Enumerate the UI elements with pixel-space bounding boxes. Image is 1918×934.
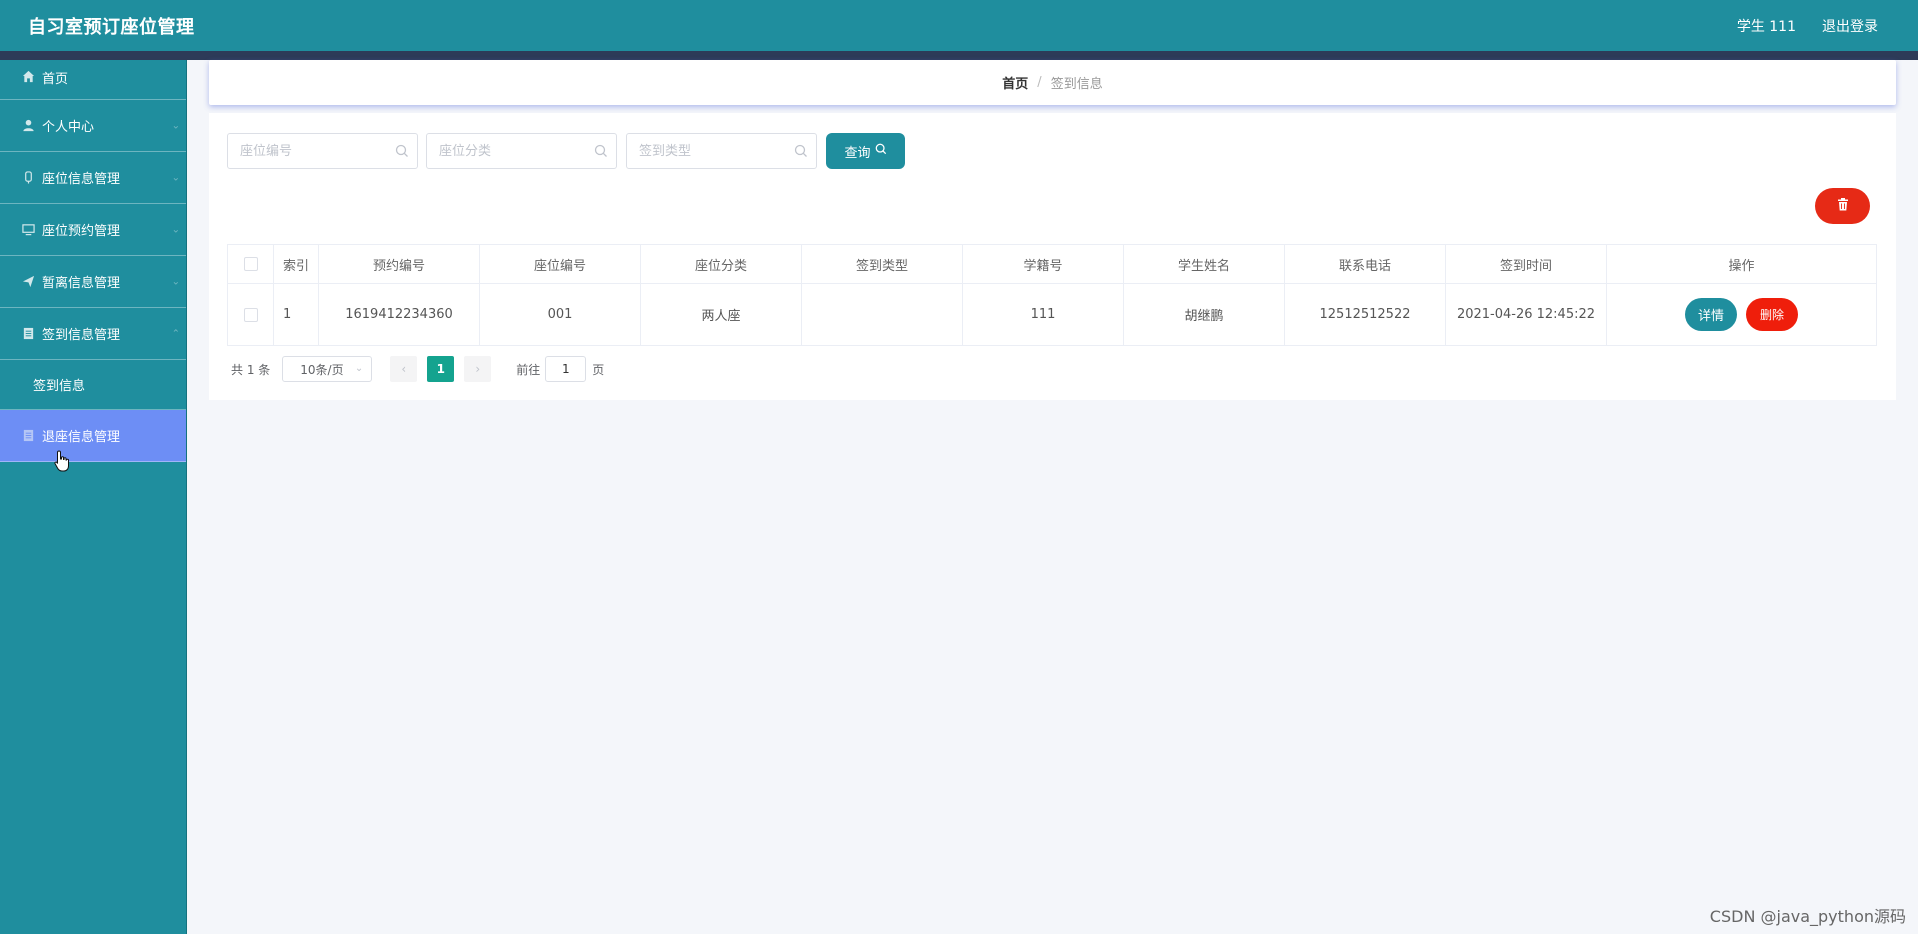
page-unit-label: 页 (592, 362, 605, 377)
table-header: 索引 (274, 245, 319, 283)
chevron-up-icon: ⌃ (171, 328, 180, 339)
send-icon (20, 274, 36, 290)
query-button[interactable]: 查询 (826, 133, 905, 169)
chevron-down-icon: ⌄ (354, 363, 364, 374)
watermark: CSDN @java_python源码 (1709, 907, 1906, 926)
seat-no-search (227, 133, 418, 169)
table-header: 座位分类 (641, 245, 802, 283)
sidebar-item-label: 暂离信息管理 (42, 276, 121, 291)
table-header: 学生姓名 (1124, 245, 1285, 283)
search-icon (794, 144, 808, 158)
document-icon (20, 428, 36, 444)
sidebar-item-home[interactable]: 首页 (0, 60, 186, 100)
detail-button[interactable]: 详情 (1685, 298, 1737, 331)
row-checkbox-cell (228, 284, 274, 345)
sidebar-item-seat-info[interactable]: 座位信息管理 ⌄ (0, 152, 186, 204)
breadcrumb-separator: / (1037, 75, 1042, 90)
table-header-row: 索引 预约编号 座位编号 座位分类 签到类型 学籍号 学生姓名 联系电话 签到时… (228, 245, 1876, 284)
user-icon (20, 118, 36, 134)
sidebar-item-label: 座位信息管理 (42, 172, 121, 187)
pagination: 共 1 条 10条/页 ⌄ ‹ 1 › 前往 1 页 (231, 356, 604, 382)
cell-seat-type: 两人座 (641, 284, 802, 345)
sidebar-item-checkin[interactable]: 签到信息管理 ⌃ (0, 308, 186, 360)
goto-label: 前往 (516, 362, 541, 377)
search-icon (395, 144, 409, 158)
table-header: 学籍号 (963, 245, 1124, 283)
page-size-select[interactable]: 10条/页 ⌄ (282, 356, 373, 382)
seat-icon (20, 170, 36, 186)
cell-student-name: 胡继鹏 (1124, 284, 1285, 345)
select-all-checkbox[interactable] (243, 257, 258, 271)
cell-index: 1 (274, 284, 319, 345)
content-panel: 查询 索引 预约编号 座位编号 座位分类 签到类型 学籍号 学生姓名 联系电话 … (209, 113, 1896, 400)
cell-checkin-type (802, 284, 963, 345)
cell-student-id: 111 (963, 284, 1124, 345)
table-header: 签到类型 (802, 245, 963, 283)
header-divider (0, 51, 1918, 60)
chevron-down-icon: ⌄ (171, 276, 180, 287)
sidebar-item-label: 个人中心 (42, 120, 95, 135)
sidebar-item-label: 退座信息管理 (42, 430, 121, 445)
breadcrumb-home[interactable]: 首页 (1002, 73, 1028, 92)
chevron-down-icon: ⌄ (171, 224, 180, 235)
cell-seat-no: 001 (480, 284, 641, 345)
cell-actions: 详情 删除 (1607, 284, 1876, 345)
breadcrumb: 首页 / 签到信息 (209, 60, 1896, 105)
seat-no-input[interactable] (228, 134, 417, 168)
breadcrumb-current: 签到信息 (1050, 77, 1103, 92)
home-icon (20, 68, 36, 84)
header-checkbox-cell (228, 245, 274, 283)
sidebar-item-seat-return[interactable]: 退座信息管理 (0, 410, 186, 462)
page-size-value: 10条/页 (300, 362, 344, 377)
current-user: 学生 111 (1736, 19, 1796, 35)
delete-button[interactable]: 删除 (1746, 298, 1798, 331)
sidebar-item-label: 首页 (42, 72, 69, 87)
search-icon (594, 144, 608, 158)
checkin-table: 索引 预约编号 座位编号 座位分类 签到类型 学籍号 学生姓名 联系电话 签到时… (227, 244, 1877, 346)
pagination-total: 共 1 条 (231, 362, 271, 377)
query-button-label: 查询 (844, 145, 871, 161)
table-header: 预约编号 (319, 245, 480, 283)
next-page-button[interactable]: › (464, 356, 492, 382)
sidebar-subitem-label: 签到信息 (33, 379, 86, 394)
logout-link[interactable]: 退出登录 (1822, 16, 1878, 36)
checkin-type-search (626, 133, 817, 169)
document-icon (20, 326, 36, 342)
goto-page-input[interactable]: 1 (545, 356, 587, 382)
page-number-button[interactable]: 1 (427, 356, 455, 382)
monitor-icon (20, 222, 36, 238)
table-row: 1 1619412234360 001 两人座 111 胡继鹏 12512512… (228, 284, 1876, 345)
trash-icon (1837, 197, 1849, 215)
cell-checkin-time: 2021-04-26 12:45:22 (1446, 284, 1607, 345)
prev-page-button[interactable]: ‹ (390, 356, 418, 382)
table-header: 签到时间 (1446, 245, 1607, 283)
sidebar: 首页 个人中心 ⌄ 座位信息管理 ⌄ 座位预约管理 ⌄ 暂离信息管理 ⌄ 签到信… (0, 60, 187, 934)
cell-reservation-no: 1619412234360 (319, 284, 480, 345)
sidebar-item-profile[interactable]: 个人中心 ⌄ (0, 100, 186, 152)
app-title: 自习室预订座位管理 (28, 17, 195, 38)
sidebar-item-seat-reservation[interactable]: 座位预约管理 ⌄ (0, 204, 186, 256)
batch-delete-button[interactable] (1815, 188, 1870, 224)
top-header: 自习室预订座位管理 学生 111 退出登录 (0, 0, 1918, 51)
table-header: 座位编号 (480, 245, 641, 283)
sidebar-subitem-checkin-info[interactable]: 签到信息 (0, 360, 186, 410)
hand-cursor-icon (54, 450, 70, 478)
sidebar-item-label: 座位预约管理 (42, 224, 121, 239)
cell-phone: 12512512522 (1285, 284, 1446, 345)
table-header: 操作 (1728, 258, 1755, 274)
checkin-type-input[interactable] (627, 134, 816, 168)
search-icon (875, 143, 887, 159)
seat-type-search (426, 133, 617, 169)
chevron-down-icon: ⌄ (171, 120, 180, 131)
seat-type-input[interactable] (427, 134, 616, 168)
sidebar-item-temp-leave[interactable]: 暂离信息管理 ⌄ (0, 256, 186, 308)
table-header: 联系电话 (1285, 245, 1446, 283)
chevron-down-icon: ⌄ (171, 172, 180, 183)
row-checkbox[interactable] (243, 307, 258, 322)
sidebar-item-label: 签到信息管理 (42, 328, 121, 343)
